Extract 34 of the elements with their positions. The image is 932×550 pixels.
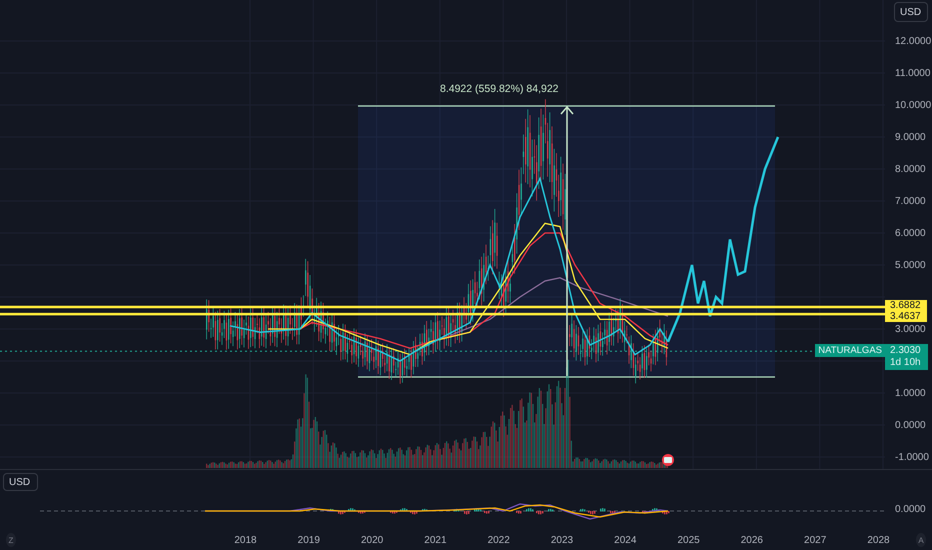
time-label: 2022 <box>486 534 511 546</box>
auto-scale-button[interactable]: A <box>916 533 926 547</box>
time-label: 2024 <box>613 534 638 546</box>
indicator-tick: 0.0000 <box>894 504 927 515</box>
level-price-label: 3.6882 <box>885 300 927 311</box>
price-tick: 0.0000 <box>895 420 926 431</box>
time-label: 2020 <box>360 534 384 546</box>
price-tick: 1.0000 <box>895 388 926 399</box>
currency-button[interactable]: USD <box>894 2 928 22</box>
price-tick: 10.0000 <box>895 100 932 111</box>
price-tick: 12.0000 <box>895 36 932 47</box>
time-label: 2021 <box>423 534 448 546</box>
time-label: 2027 <box>803 534 828 546</box>
time-label: 2023 <box>550 534 574 546</box>
time-label: 2028 <box>866 534 891 546</box>
symbol-tag: NATURALGAS <box>815 344 885 358</box>
price-tick: 11.0000 <box>895 68 930 79</box>
level-price-label: 3.4637 <box>885 310 927 322</box>
price-tick: -1.0000 <box>895 452 929 463</box>
measure-label: 8.4922 (559.82%) 84,922 <box>440 83 559 95</box>
time-label: 2026 <box>740 534 764 546</box>
price-tick: 6.0000 <box>895 228 926 239</box>
currency-button[interactable]: USD <box>3 473 38 491</box>
price-tick: 7.0000 <box>895 196 926 207</box>
price-tick: 8.0000 <box>895 164 926 175</box>
zoom-button[interactable]: Z <box>6 533 16 547</box>
price-tick: 3.0000 <box>895 324 926 335</box>
price-tick: 5.0000 <box>895 260 926 271</box>
countdown: 1d 10h <box>890 357 922 370</box>
last-price: 2.3030 <box>890 345 922 358</box>
price-tick: 9.0000 <box>895 132 926 143</box>
time-label: 2025 <box>676 534 701 546</box>
time-label: 2018 <box>233 534 258 546</box>
time-label: 2019 <box>296 534 321 546</box>
